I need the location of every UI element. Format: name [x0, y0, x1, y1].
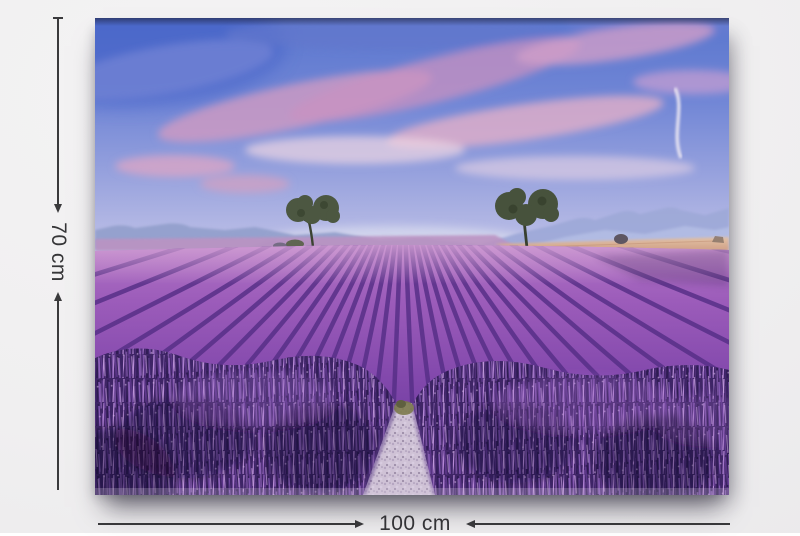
height-dimension-label: 70 cm — [46, 222, 70, 282]
lavender-field-photo — [95, 18, 729, 495]
canvas-top-shadow — [95, 18, 729, 26]
canvas-bottom-edge — [95, 488, 729, 495]
width-dimension-line-right — [475, 523, 730, 525]
dimension-arrow-right-icon — [355, 520, 364, 528]
horizon-bush — [614, 234, 628, 244]
height-dimension-line-bottom — [57, 301, 59, 490]
width-dimension-label: 100 cm — [379, 512, 451, 536]
dimension-arrow-left-icon — [466, 520, 475, 528]
height-dimension-line-top — [57, 18, 59, 204]
canvas-print — [95, 18, 729, 495]
product-image-stage: 70 cm 100 cm — [0, 0, 800, 533]
dimension-arrow-down-icon — [54, 204, 62, 213]
dimension-arrow-up-icon — [54, 292, 62, 301]
width-dimension-line-left — [98, 523, 355, 525]
